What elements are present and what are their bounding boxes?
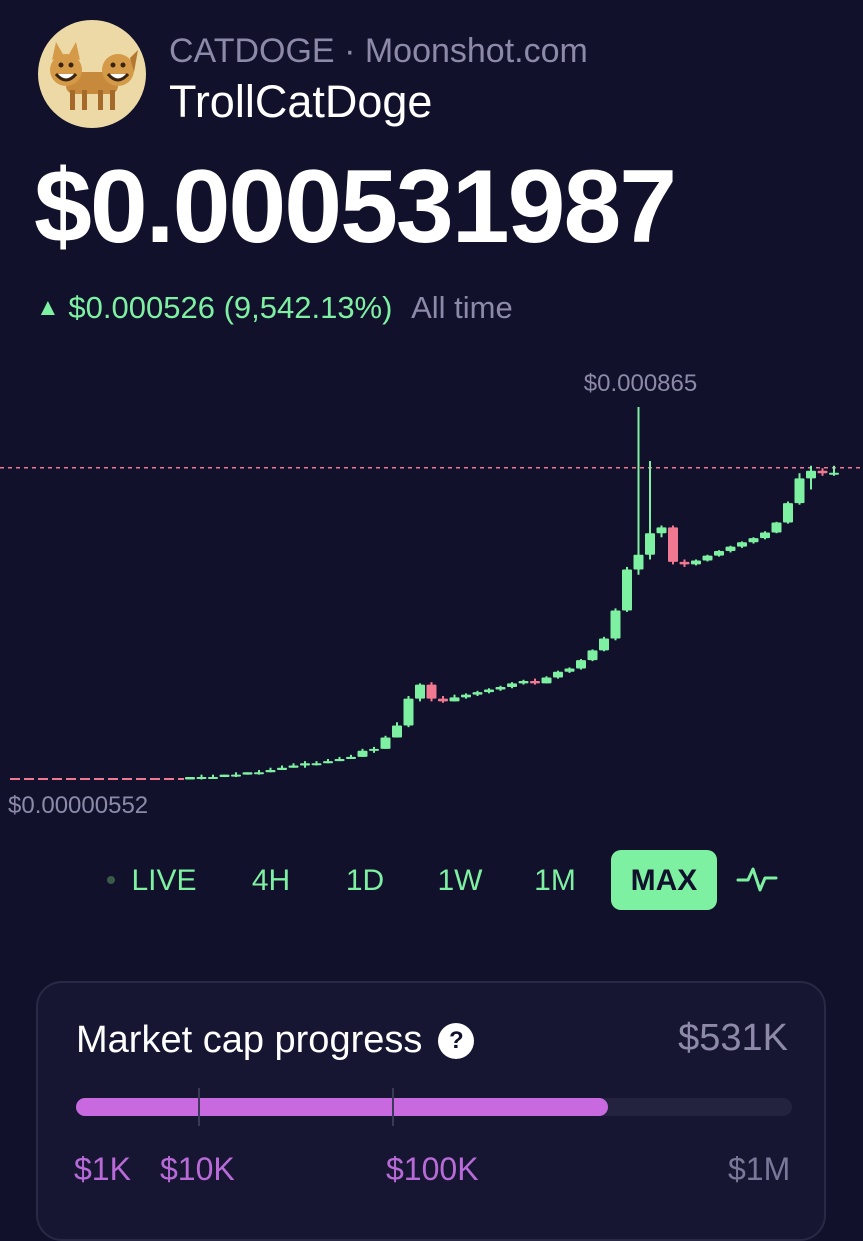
change-absolute: $0.000526 <box>68 290 215 325</box>
candle <box>737 542 747 547</box>
scale-tick <box>198 1088 200 1126</box>
candle <box>242 772 253 775</box>
triangle-up-icon: ▲ <box>36 294 60 321</box>
token-source-line: CATDOGE · Moonshot.com <box>169 32 588 71</box>
candle <box>771 522 782 533</box>
candle <box>794 478 805 504</box>
candle <box>185 777 195 780</box>
candle <box>311 763 322 766</box>
candle <box>472 692 483 695</box>
price-change: ▲ $0.000526 (9,542.13%) All time <box>36 290 513 326</box>
range-max[interactable]: MAX <box>611 850 717 910</box>
candle <box>530 680 540 684</box>
range-1w[interactable]: 1W <box>427 850 493 910</box>
candle <box>691 560 701 565</box>
candle <box>610 610 621 639</box>
candle <box>622 569 632 611</box>
candle <box>346 756 356 760</box>
market-cap-card: Market cap progress? $531K $1K $10K $100K $… <box>36 981 826 1241</box>
candle <box>403 698 414 726</box>
scale-label: $1K <box>74 1151 131 1187</box>
candle <box>495 687 506 690</box>
candle <box>426 684 437 699</box>
candle <box>449 697 460 702</box>
candle <box>576 660 586 669</box>
candle <box>725 546 736 552</box>
token-name: TrollCatDoge <box>169 76 433 127</box>
live-dot-icon <box>107 876 116 884</box>
candle <box>633 554 644 570</box>
candle <box>507 683 517 688</box>
candle <box>668 527 678 562</box>
candle <box>254 772 264 775</box>
candle <box>334 759 345 762</box>
candle <box>196 777 207 780</box>
question-icon[interactable]: ? <box>438 1023 475 1059</box>
candle <box>587 650 598 661</box>
candle <box>748 538 759 543</box>
candle <box>783 503 793 523</box>
token-source[interactable]: Moonshot.com <box>365 32 588 70</box>
chart-low-label: $0.00000552 <box>8 792 148 819</box>
candle <box>323 761 333 764</box>
candle <box>645 533 655 555</box>
market-cap-progress-fill <box>76 1098 608 1116</box>
change-percent: (9,542.13%) <box>223 290 393 325</box>
range-selector: LIVE 4H 1D 1W 1M MAX <box>0 850 863 910</box>
candle <box>288 765 299 768</box>
candle <box>656 527 667 534</box>
candle <box>231 774 241 777</box>
candle <box>518 680 529 684</box>
line-chart-glyph <box>736 867 778 892</box>
range-1m[interactable]: 1M <box>524 850 586 910</box>
candle <box>760 532 770 539</box>
candle <box>357 750 368 757</box>
candle <box>484 689 494 693</box>
scale-tick <box>392 1088 394 1126</box>
candle <box>380 737 391 749</box>
candle <box>829 472 839 475</box>
scale-label: $10K <box>160 1151 235 1187</box>
candle <box>806 470 816 479</box>
candle <box>553 671 563 678</box>
token-ticker: CATDOGE <box>169 32 335 70</box>
chart-high-label: $0.000865 <box>584 370 697 397</box>
price-chart[interactable]: $0.000865 $0.00000552 <box>0 345 863 825</box>
candle <box>219 774 230 778</box>
candle <box>438 698 448 702</box>
troll-cat-doge-logo <box>50 42 138 110</box>
scale-label: $100K <box>386 1151 479 1187</box>
candle <box>461 694 471 698</box>
candle <box>415 684 425 699</box>
token-header: CATDOGE · Moonshot.com TrollCatDoge <box>36 14 836 134</box>
candle <box>564 668 575 672</box>
separator-dot: · <box>344 32 356 70</box>
change-period: All time <box>411 290 513 325</box>
candle <box>265 770 276 773</box>
line-chart-icon[interactable] <box>732 850 782 910</box>
range-live[interactable]: LIVE <box>96 850 208 910</box>
market-cap-value: $531K <box>678 1017 788 1059</box>
range-1d[interactable]: 1D <box>336 850 394 910</box>
range-4h[interactable]: 4H <box>238 850 304 910</box>
candle <box>817 470 828 474</box>
candle <box>277 767 287 771</box>
scale-label: $1M <box>728 1151 791 1187</box>
market-cap-progress-bar <box>76 1088 792 1126</box>
candle <box>369 748 379 751</box>
candle <box>541 677 552 684</box>
candle <box>679 561 690 565</box>
market-cap-title-row: Market cap progress? <box>76 1019 475 1062</box>
candle <box>702 555 713 561</box>
candle <box>714 551 724 556</box>
market-cap-title: Market cap progress <box>76 1019 423 1061</box>
candle <box>599 638 609 651</box>
candle <box>208 777 218 780</box>
candle <box>300 763 310 766</box>
token-avatar[interactable] <box>38 20 146 128</box>
current-price: $0.000531987 <box>34 149 677 265</box>
candle <box>392 725 402 738</box>
